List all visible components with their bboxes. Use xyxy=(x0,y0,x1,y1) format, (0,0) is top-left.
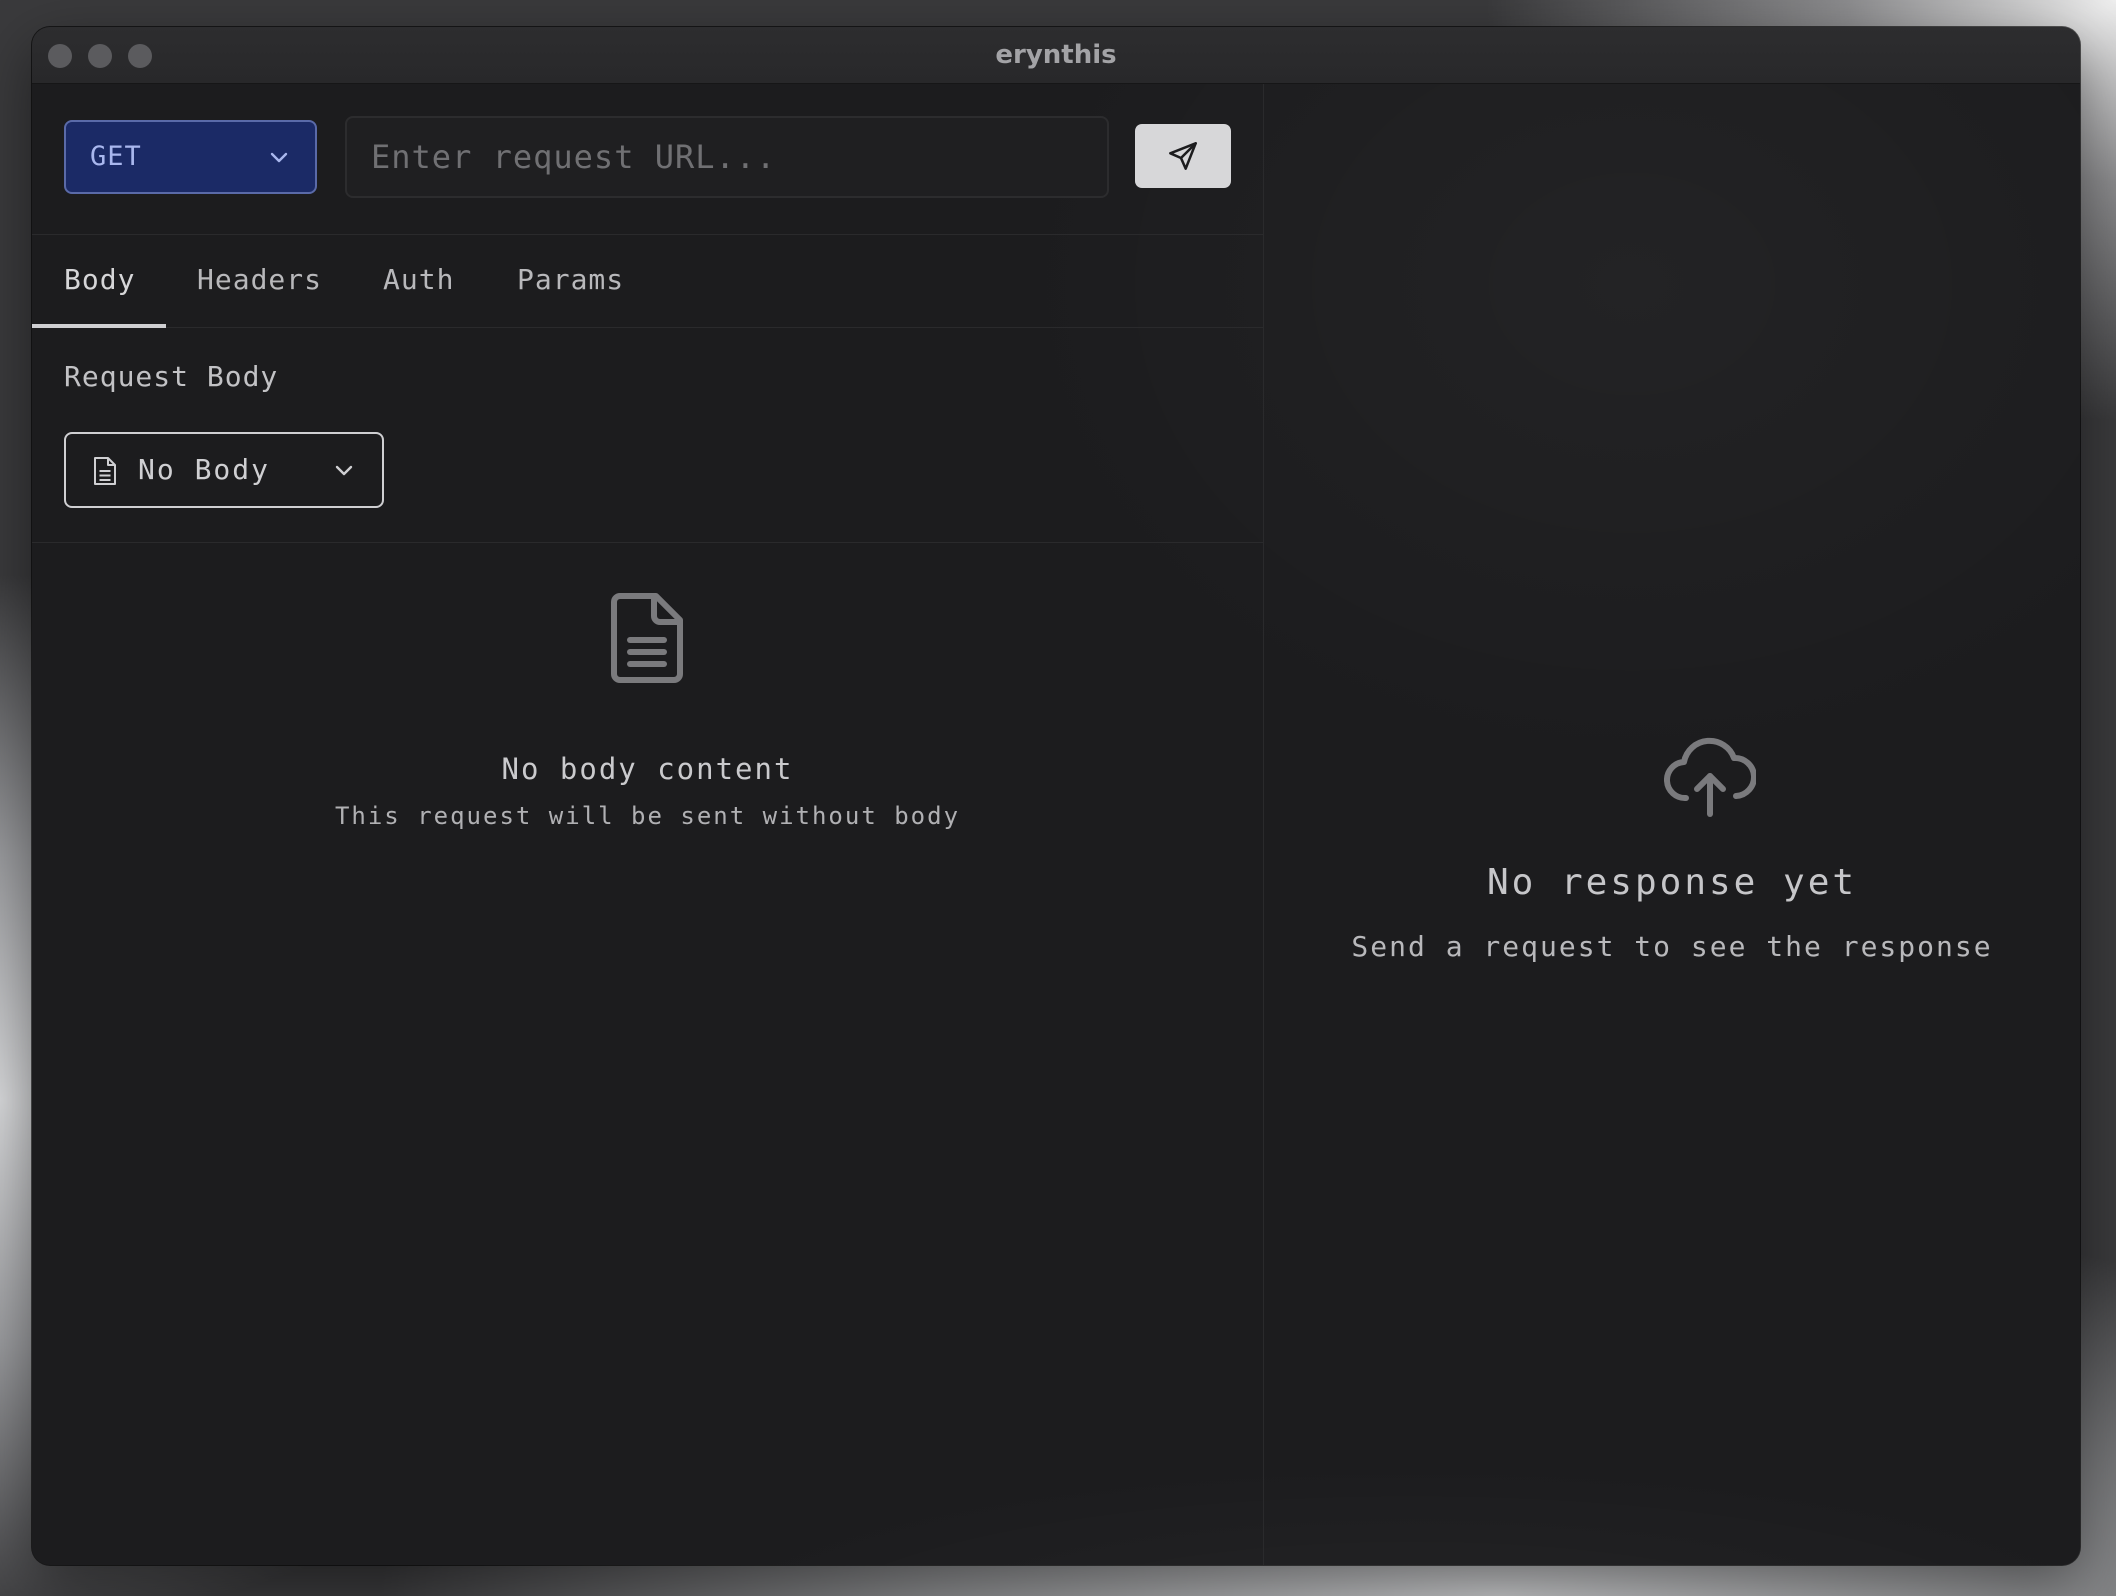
method-select[interactable]: GET xyxy=(64,120,317,194)
main-content: GET Body Headers Auth Par xyxy=(32,84,2080,1565)
paper-plane-icon xyxy=(1169,142,1197,170)
response-empty-subtitle: Send a request to see the response xyxy=(1351,930,1993,963)
chevron-down-icon xyxy=(335,465,353,476)
tab-params[interactable]: Params xyxy=(517,234,624,327)
request-body-label: Request Body xyxy=(64,360,279,393)
tab-body[interactable]: Body xyxy=(64,234,135,327)
window-title: erynthis xyxy=(995,40,1117,70)
request-bar: GET xyxy=(32,84,1263,235)
method-label: GET xyxy=(90,141,142,172)
tab-headers[interactable]: Headers xyxy=(197,234,322,327)
url-input[interactable] xyxy=(345,116,1109,198)
body-empty-title: No body content xyxy=(501,752,794,786)
response-empty-title: No response yet xyxy=(1486,862,1858,903)
body-empty-state xyxy=(32,542,1263,842)
response-empty-state: No response yet Send a request to see th… xyxy=(1264,84,2080,1565)
request-tabs: Body Headers Auth Params xyxy=(32,234,1263,328)
response-pane: No response yet Send a request to see th… xyxy=(1264,84,2080,1565)
document-icon xyxy=(94,457,116,485)
request-pane: GET Body Headers Auth Par xyxy=(32,84,1264,1565)
body-type-select[interactable]: No Body xyxy=(64,432,384,508)
body-empty-subtitle: This request will be sent without body xyxy=(334,802,961,830)
send-button[interactable] xyxy=(1135,124,1231,188)
request-body-section: Request Body No Body xyxy=(32,328,1263,543)
cloud-upload-icon xyxy=(1664,737,1756,817)
app-window: erynthis GET Body xyxy=(32,27,2080,1565)
tab-auth[interactable]: Auth xyxy=(383,234,454,327)
document-icon xyxy=(611,593,683,683)
chevron-down-icon xyxy=(270,152,288,163)
title-bar: erynthis xyxy=(32,27,2080,84)
body-type-label: No Body xyxy=(138,453,271,486)
